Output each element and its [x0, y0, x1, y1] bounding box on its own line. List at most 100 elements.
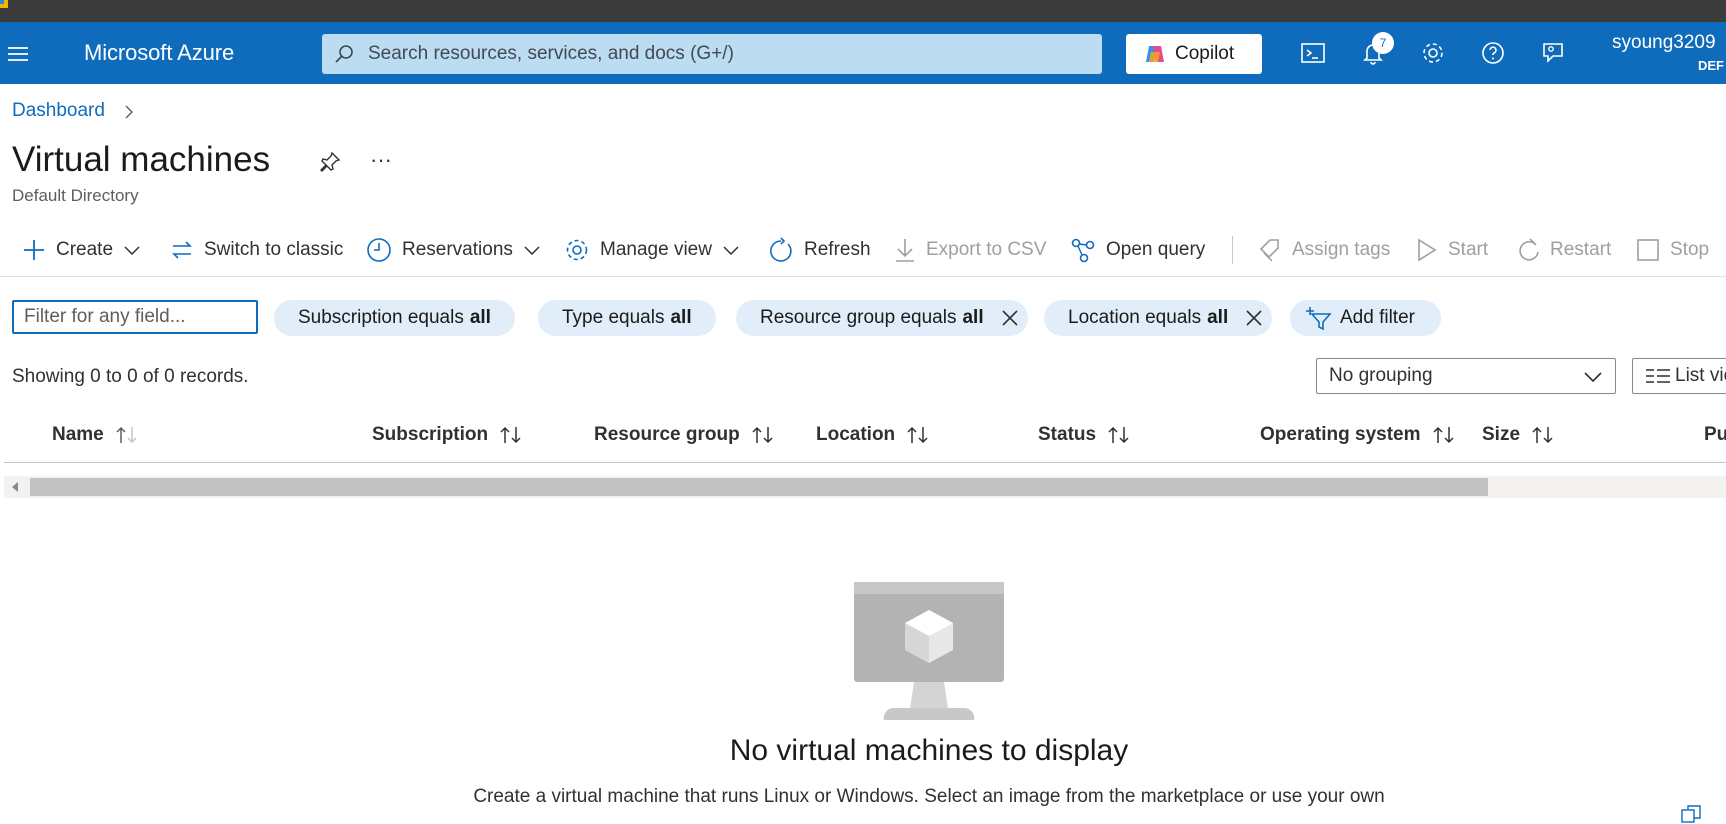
filter-pill-value: all [1207, 307, 1229, 328]
chevron-right-icon [122, 104, 136, 120]
scrollbar-thumb[interactable] [30, 478, 1488, 496]
query-graph-icon [1071, 238, 1095, 263]
virtual-machine-monitor-icon [854, 580, 1004, 722]
search-icon [334, 44, 354, 64]
column-header-resource-group[interactable]: Resource group [594, 424, 776, 446]
create-label: Create [56, 239, 114, 260]
grouping-selected-value: No grouping [1329, 365, 1433, 386]
chevron-down-icon [723, 246, 739, 256]
cloud-shell-icon[interactable] [1300, 40, 1326, 66]
grouping-dropdown[interactable]: No grouping [1316, 358, 1616, 394]
copilot-icon [1144, 44, 1166, 64]
sort-arrows-icon [752, 426, 773, 444]
filter-pill-type[interactable]: Type equals all [538, 300, 716, 336]
reservations-button[interactable]: Reservations [366, 236, 541, 264]
add-filter-icon [1306, 307, 1332, 331]
sort-arrows-icon [500, 426, 521, 444]
filter-pill-subscription[interactable]: Subscription equals all [274, 300, 515, 336]
download-icon [896, 239, 914, 262]
refresh-icon [770, 237, 792, 262]
breadcrumb-dashboard-link[interactable]: Dashboard [12, 100, 105, 122]
sort-arrows-icon [1108, 426, 1129, 444]
column-header-location[interactable]: Location [816, 424, 931, 446]
manage-view-button[interactable]: Manage view [564, 236, 740, 264]
restart-button[interactable]: Restart [1518, 236, 1611, 264]
column-header-name[interactable]: Name [52, 424, 140, 446]
reservations-label: Reservations [402, 239, 513, 260]
pin-icon[interactable] [318, 150, 342, 174]
assign-tags-label: Assign tags [1292, 239, 1391, 260]
scroll-left-arrow-icon[interactable] [4, 476, 26, 498]
filter-any-field-input[interactable] [12, 300, 258, 334]
copilot-label: Copilot [1175, 43, 1235, 64]
empty-state-description: Create a virtual machine that runs Linux… [473, 786, 1385, 807]
column-header-label: Subscription [372, 424, 489, 445]
column-header-label: Resource group [594, 424, 740, 445]
switch-to-classic-button[interactable]: Switch to classic [170, 236, 343, 264]
filter-pill-label: Subscription equals [298, 307, 464, 328]
stop-square-icon [1637, 239, 1659, 261]
global-search-box[interactable]: Search resources, services, and docs (G+… [322, 34, 1102, 74]
stop-label: Stop [1670, 239, 1710, 260]
column-header-label: Operating system [1260, 424, 1421, 445]
empty-state-title: No virtual machines to display [729, 734, 1129, 767]
column-header-status[interactable]: Status [1038, 424, 1132, 446]
add-filter-label: Add filter [1340, 307, 1415, 328]
stop-button[interactable]: Stop [1636, 236, 1709, 264]
create-button[interactable]: Create [22, 236, 141, 264]
column-header-label: Name [52, 424, 104, 445]
filter-pill-resource-group[interactable]: Resource group equals all [736, 300, 1028, 336]
os-taskbar-strip [0, 0, 1726, 22]
open-query-label: Open query [1106, 239, 1206, 260]
portal-brand-link[interactable]: Microsoft Azure [84, 40, 234, 66]
export-csv-button[interactable]: Export to CSV [894, 236, 1046, 264]
start-button[interactable]: Start [1416, 236, 1488, 264]
list-view-dropdown[interactable]: List view [1632, 358, 1726, 394]
filter-pill-value: all [962, 307, 984, 328]
column-header-public-ip[interactable]: Pu [1704, 424, 1726, 446]
top-navigation-bar: Microsoft Azure Search resources, servic… [0, 22, 1726, 84]
filter-pill-value: all [469, 307, 491, 328]
account-username[interactable]: syoung3209 [1612, 32, 1716, 54]
clock-icon [367, 238, 391, 262]
feedback-icon[interactable] [1540, 40, 1566, 66]
plus-icon [24, 240, 44, 260]
open-query-button[interactable]: Open query [1070, 236, 1205, 264]
filter-pill-location[interactable]: Location equals all [1044, 300, 1273, 336]
column-header-operating-system[interactable]: Operating system [1260, 424, 1457, 446]
search-input-placeholder[interactable]: Search resources, services, and docs (G+… [368, 43, 734, 65]
filter-pill-label: Resource group equals [760, 307, 957, 328]
column-header-subscription[interactable]: Subscription [372, 424, 524, 446]
play-icon [1418, 238, 1437, 262]
toolbar-divider [0, 276, 1726, 277]
start-label: Start [1448, 239, 1489, 260]
tag-icon [1259, 239, 1279, 262]
filter-pill-value: all [670, 307, 692, 328]
switch-arrows-icon [172, 241, 192, 259]
add-filter-button[interactable]: Add filter [1290, 300, 1441, 336]
windows-logo-fragment [0, 0, 4, 4]
help-icon[interactable] [1480, 40, 1506, 66]
menu-icon[interactable] [8, 44, 28, 64]
feedback-corner-icon[interactable] [1680, 804, 1710, 824]
records-summary: Showing 0 to 0 of 0 records. [12, 366, 249, 387]
assign-tags-button[interactable]: Assign tags [1258, 236, 1390, 264]
export-csv-label: Export to CSV [926, 239, 1047, 260]
sort-arrows-icon [1532, 426, 1553, 444]
refresh-label: Refresh [804, 239, 871, 260]
chevron-down-icon [124, 246, 140, 256]
refresh-button[interactable]: Refresh [768, 236, 871, 264]
copilot-button[interactable]: Copilot [1126, 34, 1262, 74]
column-header-label: Pu [1704, 424, 1726, 445]
gear-icon[interactable] [1420, 40, 1446, 66]
page-title: Virtual machines [12, 140, 271, 179]
toolbar-separator [1232, 236, 1233, 264]
manage-view-label: Manage view [600, 239, 712, 260]
more-options-icon[interactable]: ··· [370, 149, 392, 171]
list-view-icon [1645, 367, 1671, 385]
gear-icon [566, 239, 588, 261]
column-header-label: Location [816, 424, 896, 445]
chevron-down-icon [524, 246, 540, 256]
filter-pill-label: Type equals [562, 307, 665, 328]
column-header-size[interactable]: Size [1482, 424, 1556, 446]
